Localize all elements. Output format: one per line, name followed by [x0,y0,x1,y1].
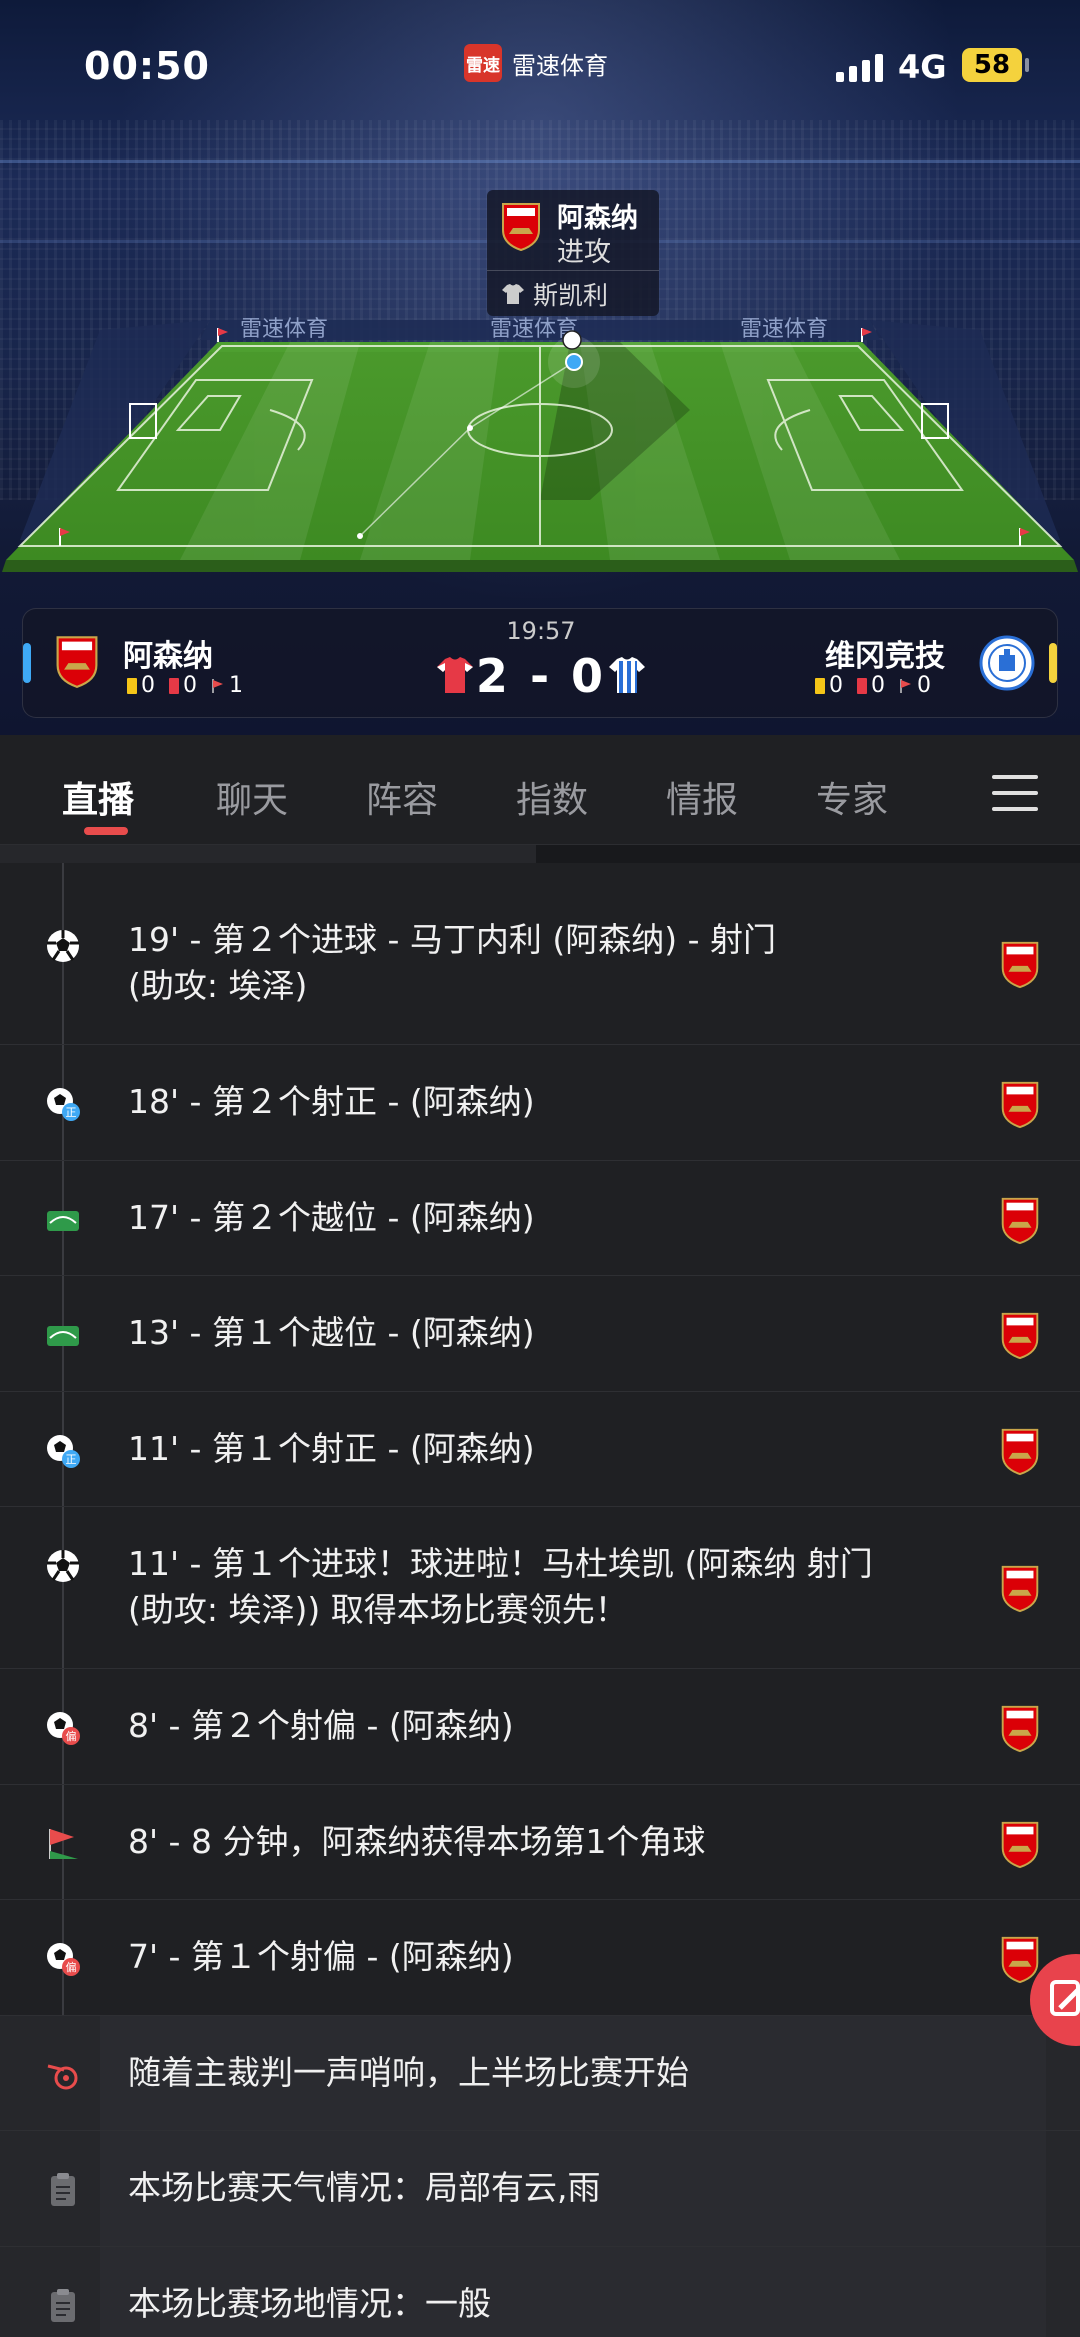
event-list: 19' - 第２个进球 - 马丁内利 (阿森纳) - 射门 (助攻: 埃泽) 正… [0,863,1080,2337]
arsenal-crest-icon [1001,1312,1039,1360]
ad-board-text: 雷速体育 [240,317,328,342]
corner-flag-icon [49,1829,78,1859]
goal-icon [47,930,79,962]
event-item[interactable]: 正 18' - 第２个射正 - (阿森纳) [0,1045,1080,1161]
event-line: 11' - 第１个进球！球进啦！马杜埃凯 (阿森纳 射门 [128,1544,873,1583]
event-text: 8' - 8 分钟，阿森纳获得本场第1个角球 [128,1822,706,1861]
event-item[interactable]: 13' - 第１个越位 - (阿森纳) [0,1276,1080,1392]
arsenal-crest-icon [1001,1705,1039,1753]
battery-tip [1025,58,1029,72]
event-line: (助攻: 埃泽)) 取得本场比赛领先！ [128,1590,628,1629]
status-time: 00:50 [84,44,210,88]
tab-chat[interactable]: 聊天 [216,771,288,823]
battery-icon: 58 [962,48,1022,82]
corner-icon [900,678,911,693]
badge-text: 偏 [66,1729,77,1743]
attack-action: 进攻 [557,237,611,268]
edit-fab-button[interactable] [1030,1954,1080,2046]
pitch: 雷速体育 雷速体育 雷速体育 [2,317,1078,572]
event-text: 本场比赛场地情况：一般 [128,2284,491,2323]
event-item[interactable]: 8' - 8 分钟，阿森纳获得本场第1个角球 [0,1785,1080,1900]
event-line: 19' - 第２个进球 - 马丁内利 (阿森纳) - 射门 [128,920,776,959]
attack-indicator: 阿森纳 进攻 斯凯利 [487,190,659,316]
event-text: 17' - 第２个越位 - (阿森纳) [128,1198,535,1237]
wigan-crest-icon[interactable] [979,635,1035,691]
offside-icon [47,1211,79,1231]
goal-icon [47,1550,79,1582]
arsenal-crest-icon [1001,1428,1039,1476]
event-text: 8' - 第２个射偏 - (阿森纳) [128,1706,514,1745]
event-item[interactable]: 17' - 第２个越位 - (阿森纳) [0,1161,1080,1276]
tab-odds[interactable]: 指数 [516,771,588,823]
event-item[interactable]: 偏 7' - 第１个射偏 - (阿森纳) [0,1900,1080,2016]
tab-bar: 直播 聊天 阵容 指数 情报 专家 [0,735,1080,845]
badge-text: 偏 [66,1960,77,1974]
tab-experts[interactable]: 专家 [816,771,888,823]
away-team-name[interactable]: 维冈竞技 [825,631,945,675]
event-item[interactable]: 偏 8' - 第２个射偏 - (阿森纳) [0,1669,1080,1785]
stand-divider [0,160,1080,163]
attack-player: 斯凯利 [501,276,608,312]
event-line: (助攻: 埃泽) [128,966,308,1005]
event-item[interactable]: 11' - 第１个进球！球进啦！马杜埃凯 (阿森纳 射门 (助攻: 埃泽)) 取… [0,1507,1080,1669]
away-red: 0 [871,673,885,698]
event-text: 7' - 第１个射偏 - (阿森纳) [128,1937,514,1976]
event-text: 11' - 第１个射正 - (阿森纳) [128,1429,535,1468]
clipboard-icon [51,2173,75,2206]
status-bar: 00:50 雷速 雷速体育 4G 58 [0,0,1080,130]
event-text: 13' - 第１个越位 - (阿森纳) [128,1313,535,1352]
match-hero: 00:50 雷速 雷速体育 4G 58 雷速体育 雷速体育 雷速体育 阿森纳 进… [0,0,1080,735]
network-label: 4G [898,48,947,86]
yellow-card-icon [815,677,825,694]
app-badge: 雷速 雷速体育 [464,44,608,82]
red-card-icon [857,677,867,694]
away-stats: 0 0 0 [815,673,931,698]
arsenal-crest-icon [502,203,540,252]
event-text: 本场比赛天气情况：局部有云,雨 [128,2168,601,2207]
event-text: 19' - 第２个进球 - 马丁内利 (阿森纳) - 射门 (助攻: 埃泽) [128,917,776,1009]
ad-board-text: 雷速体育 [740,317,828,342]
active-tab-indicator [84,827,128,835]
menu-icon[interactable] [992,775,1038,811]
signal-icon [836,52,883,82]
event-item[interactable]: 本场比赛天气情况：局部有云,雨 [0,2131,1080,2247]
event-item[interactable]: 随着主裁判一声哨响，上半场比赛开始 [0,2016,1080,2131]
arsenal-crest-icon [1001,1197,1039,1245]
whistle-icon [47,2064,78,2090]
event-item[interactable]: 19' - 第２个进球 - 马丁内利 (阿森纳) - 射门 (助攻: 埃泽) [0,863,1080,1045]
tab-intel[interactable]: 情报 [666,771,738,823]
away-yellow: 0 [829,673,843,698]
event-item[interactable]: 本场比赛场地情况：一般 [0,2247,1080,2337]
pencil-icon [1050,1980,1080,2016]
badge-text: 正 [66,1106,77,1119]
clipboard-icon [51,2289,75,2322]
tab-live[interactable]: 直播 [62,771,134,823]
sub-strip-right [536,845,1080,863]
shirt-icon [502,284,524,304]
event-text: 11' - 第１个进球！球进啦！马杜埃凯 (阿森纳 射门 (助攻: 埃泽)) 取… [128,1541,873,1633]
offside-icon [47,1326,79,1346]
shot-on-target-icon: 正 [47,1435,80,1468]
app-logo: 雷速 [464,44,502,82]
event-item[interactable]: 正 11' - 第１个射正 - (阿森纳) [0,1392,1080,1507]
ball-icon [562,330,582,350]
shot-off-target-icon: 偏 [47,1712,80,1745]
shot-off-target-icon: 偏 [47,1943,80,1976]
event-text: 18' - 第２个射正 - (阿森纳) [128,1082,535,1121]
scoreboard: 阿森纳 0 0 1 19:57 2 - 0 维冈竞技 0 0 0 [22,608,1058,718]
away-kit-icon [609,657,645,693]
arsenal-crest-icon [1001,941,1039,989]
arsenal-crest-icon [1001,1821,1039,1869]
badge-text: 正 [66,1453,77,1466]
divider [487,270,659,271]
attack-player-name: 斯凯利 [533,281,609,310]
app-name: 雷速体育 [512,51,608,80]
arsenal-crest-icon [1001,1565,1039,1613]
tab-lineup[interactable]: 阵容 [366,771,438,823]
shot-on-target-icon: 正 [47,1088,80,1121]
arsenal-crest-icon [1001,1081,1039,1129]
event-text: 随着主裁判一声哨响，上半场比赛开始 [128,2053,689,2092]
away-corners: 0 [917,673,931,698]
